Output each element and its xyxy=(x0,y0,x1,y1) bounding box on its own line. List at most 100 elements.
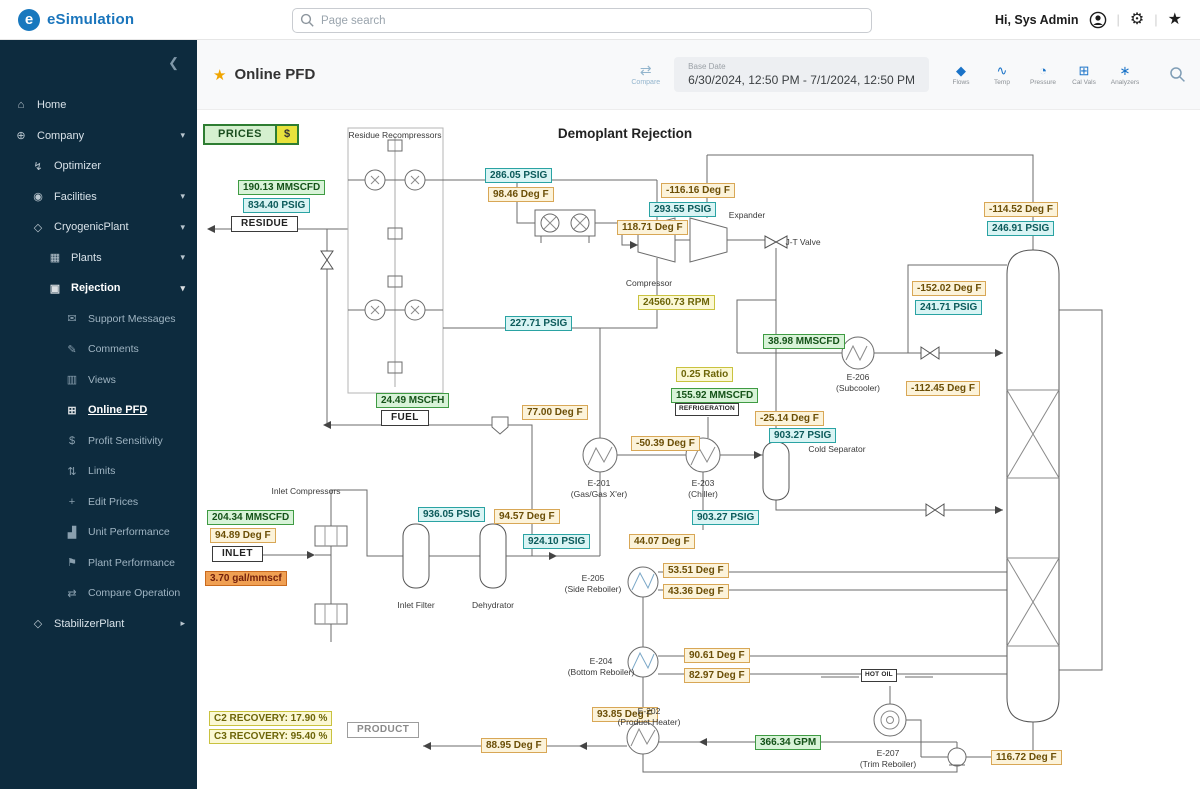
sidebar-item-unit-performance[interactable]: ▟Unit Performance xyxy=(0,517,197,548)
sidebar-item-label: Facilities xyxy=(54,191,97,203)
sidebar-item-label: StabilizerPlant xyxy=(54,618,124,630)
pfd-value-press: 834.40 PSIG xyxy=(243,198,310,213)
sidebar-item-plants[interactable]: ▦ Plants ▾ xyxy=(0,243,197,274)
plants-icon: ▦ xyxy=(48,251,62,264)
limits-icon: ⇅ xyxy=(65,465,79,478)
pfd-value-temp: 88.95 Deg F xyxy=(481,738,547,753)
sidebar-collapse-button[interactable]: ❮ xyxy=(0,40,197,90)
sidebar-item-optimizer[interactable]: ↯ Optimizer xyxy=(0,151,197,182)
sidebar-item-label: Edit Prices xyxy=(88,496,138,508)
sidebar-item-support-messages[interactable]: ✉Support Messages xyxy=(0,304,197,335)
base-date-label: Base Date xyxy=(688,62,915,71)
sidebar-item-label: Limits xyxy=(88,465,115,477)
edit-prices-icon: + xyxy=(65,496,79,508)
globe-icon: ⊕ xyxy=(14,129,28,142)
equipment-label-expander: Expander xyxy=(729,210,765,221)
pfd-value-temp: 98.46 Deg F xyxy=(488,187,554,202)
equipment-label-j-t-valve: J-T Valve xyxy=(785,237,820,248)
pfd-value-temp: 77.00 Deg F xyxy=(522,405,588,420)
sidebar-item-label: Optimizer xyxy=(54,160,101,172)
equipment-label-cold-separator: Cold Separator xyxy=(808,444,865,455)
stream-box-refrigeration: REFRIGERATION xyxy=(675,403,739,416)
compare-button[interactable]: ⇄ Compare xyxy=(631,63,660,86)
pfd-diagram: Demoplant Rejection PRICES $ 190.13 MMSC… xyxy=(197,110,1200,789)
online-pfd-icon: ⊞ xyxy=(65,404,79,417)
zoom-search-icon[interactable] xyxy=(1169,66,1186,83)
search-icon xyxy=(300,13,315,28)
pfd-value-press: 246.91 PSIG xyxy=(987,221,1054,236)
sidebar-item-company[interactable]: ⊕ Company ▾ xyxy=(0,121,197,152)
pfd-value-press: 924.10 PSIG xyxy=(523,534,590,549)
topbar-right: Hi, Sys Admin | ⚙ | ★ xyxy=(995,11,1200,29)
pfd-value-temp: -50.39 Deg F xyxy=(631,436,700,451)
diagram-title: Demoplant Rejection xyxy=(558,126,692,141)
sidebar-item-rejection[interactable]: ▣Rejection▾ xyxy=(0,273,197,304)
search-box xyxy=(292,8,872,33)
equipment-label-e-201: E-201 (Gas/Gas X'er) xyxy=(571,478,627,499)
page-title: Online PFD xyxy=(234,66,315,83)
plant-performance-icon: ⚑ xyxy=(65,556,79,569)
sidebar-item-plant-performance[interactable]: ⚑ Plant Performance xyxy=(0,548,197,579)
sidebar-item-label: Compare Operation xyxy=(88,587,180,599)
toolbar-pressure-button[interactable]: ◔Pressure xyxy=(1029,64,1057,86)
equipment-label-inlet-compressors: Inlet Compressors xyxy=(272,486,341,497)
toolbar-flows-button[interactable]: ◆Flows xyxy=(947,64,975,86)
home-icon: ⌂ xyxy=(14,99,28,111)
stream-box-hot-oil: HOT OIL xyxy=(861,669,897,682)
equipment-label-e-207: E-207 (Trim Reboiler) xyxy=(860,748,916,769)
pfd-value-misc: C3 RECOVERY: 95.40 % xyxy=(209,729,332,744)
sidebar-item-label: Support Messages xyxy=(88,313,176,325)
sidebar-item-views[interactable]: ▥ Views xyxy=(0,365,197,396)
chevron-down-icon: ▾ xyxy=(180,252,185,263)
sidebar-nav: ⌂Home ⊕ Company ▾ ↯ Optimizer ◉Facilities▾◇Cry… xyxy=(0,90,197,639)
sidebar-item-home[interactable]: ⌂Home xyxy=(0,90,197,121)
pfd-value-temp: 118.71 Deg F xyxy=(617,220,688,235)
stream-box-residue: RESIDUE xyxy=(231,216,298,232)
sidebar-item-label: Views xyxy=(88,374,116,386)
pfd-value-misc: 24560.73 RPM xyxy=(638,295,715,310)
sidebar-item-online-pfd[interactable]: ⊞ Online PFD xyxy=(0,395,197,426)
sidebar-item-stabilizerplant[interactable]: ◇StabilizerPlant▸ xyxy=(0,609,197,640)
sidebar-item-comments[interactable]: ✎Comments xyxy=(0,334,197,365)
base-date-picker[interactable]: Base Date 6/30/2024, 12:50 PM - 7/1/2024… xyxy=(674,57,929,92)
toolbar-analyzers-button[interactable]: ∗Analyzers xyxy=(1111,64,1139,86)
divider: | xyxy=(1117,12,1120,27)
views-icon: ▥ xyxy=(65,373,79,386)
user-greeting: Hi, Sys Admin xyxy=(995,13,1079,27)
sidebar-item-label: Plant Performance xyxy=(88,557,175,569)
compare-icon: ⇄ xyxy=(640,63,652,77)
sidebar-item-label: Online PFD xyxy=(88,404,147,416)
app-logo[interactable]: e eSimulation xyxy=(0,9,152,31)
sidebar-item-compare-operation[interactable]: ⇄Compare Operation xyxy=(0,578,197,609)
optimizer-icon: ↯ xyxy=(31,160,45,173)
equipment-label-e-205: E-205 (Side Reboiler) xyxy=(565,573,622,594)
sidebar-item-limits[interactable]: ⇅ Limits xyxy=(0,456,197,487)
sidebar-item-cryogenicplant[interactable]: ◇CryogenicPlant▾ xyxy=(0,212,197,243)
pfd-value-press: 936.05 PSIG xyxy=(418,507,485,522)
favorites-star-icon[interactable]: ★ xyxy=(1168,12,1182,28)
sidebar-item-label: Unit Performance xyxy=(88,526,170,538)
equipment-label-e-204: E-204 (Bottom Reboiler) xyxy=(568,656,635,677)
toolbar-temp-button[interactable]: ∿Temp xyxy=(988,64,1016,86)
toolbar-cal-vals-button[interactable]: ⊞Cal Vals xyxy=(1070,64,1098,86)
sidebar-item-facilities[interactable]: ◉Facilities▾ xyxy=(0,182,197,213)
page-favorite-star-icon[interactable]: ★ xyxy=(213,66,226,84)
stream-box-product: PRODUCT xyxy=(347,722,419,738)
settings-gear-icon[interactable]: ⚙ xyxy=(1130,12,1144,28)
pfd-value-press: 241.71 PSIG xyxy=(915,300,982,315)
search-input[interactable] xyxy=(292,8,872,33)
sidebar-item-profit-sensitivity[interactable]: $Profit Sensitivity xyxy=(0,426,197,457)
stream-box-fuel: FUEL xyxy=(381,410,429,426)
prices-button[interactable]: PRICES $ xyxy=(203,124,299,145)
sidebar-item-edit-prices[interactable]: + Edit Prices xyxy=(0,487,197,518)
page-header: ★ Online PFD ⇄ Compare Base Date 6/30/20… xyxy=(197,40,1200,110)
sidebar-item-label: Plants xyxy=(71,252,102,264)
plant-building-icon: ◇ xyxy=(31,221,45,234)
chevron-down-icon: ▾ xyxy=(180,130,185,141)
sidebar-item-label: Company xyxy=(37,130,84,142)
user-avatar-icon[interactable] xyxy=(1089,11,1107,29)
pfd-value-misc: 0.25 Ratio xyxy=(676,367,733,382)
rejection-icon: ▣ xyxy=(48,282,62,295)
pfd-value-press: 903.27 PSIG xyxy=(692,510,759,525)
equipment-label-e-203: E-203 (Chiller) xyxy=(688,478,718,499)
